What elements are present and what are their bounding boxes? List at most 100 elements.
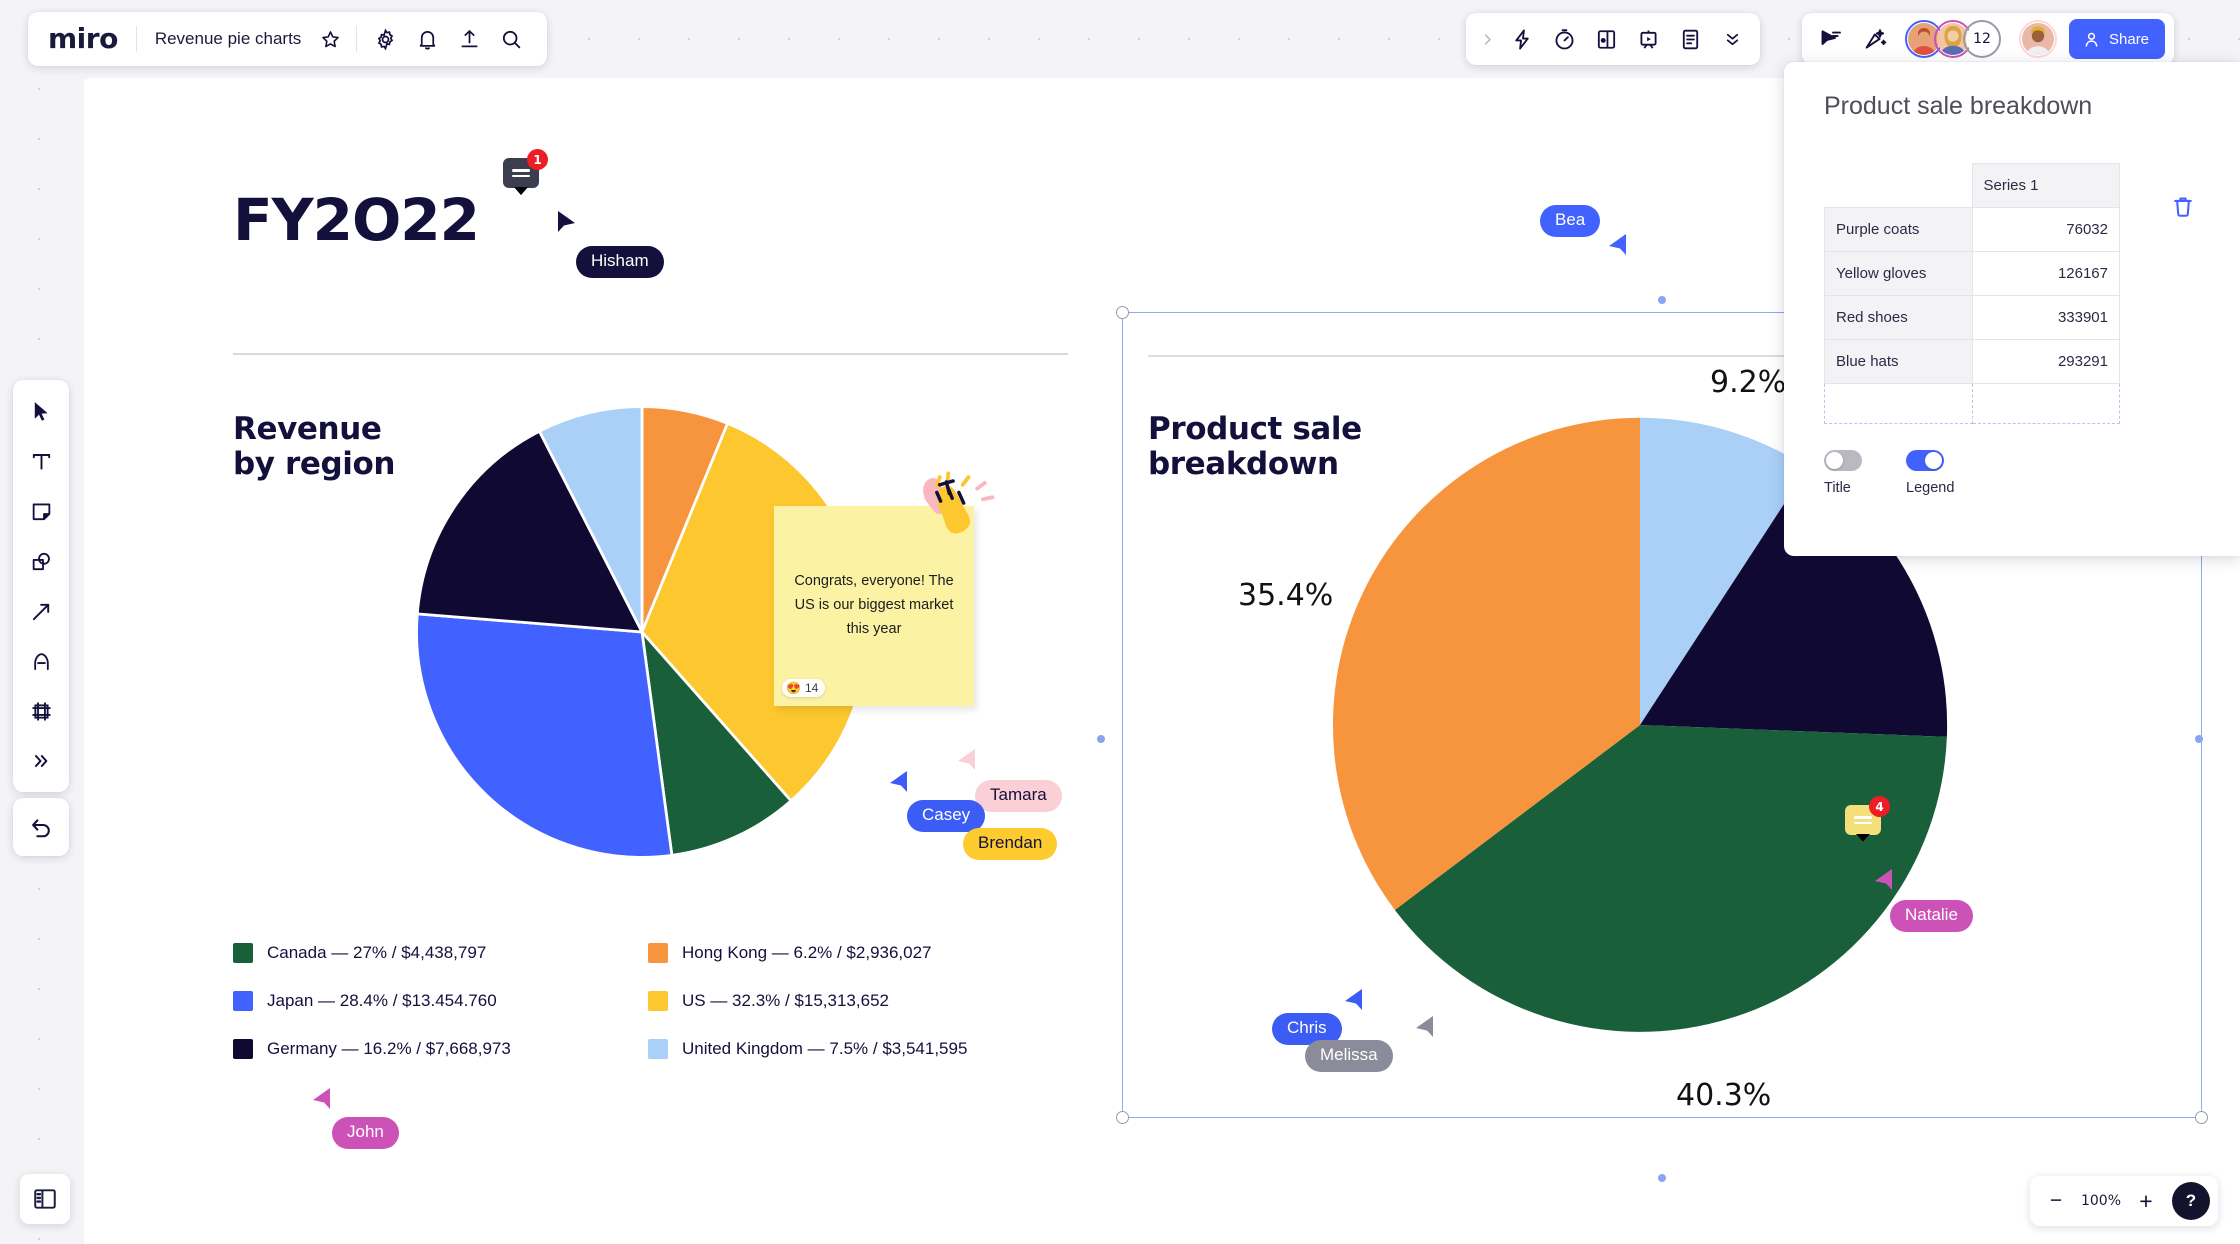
presentation-icon[interactable] [1628, 19, 1668, 59]
anchor-dot-left[interactable] [1097, 735, 1105, 743]
zoom-level[interactable]: 100% [2076, 1193, 2126, 1209]
new-row-value-cell[interactable] [1971, 383, 2120, 424]
search-icon[interactable] [491, 19, 531, 59]
legend-item: Japan — 28.4% / $13.454.760 [233, 991, 608, 1011]
pct-label-purple-coats: 35.4% [1238, 578, 1334, 613]
comment-badge: 4 [1869, 796, 1890, 817]
zoom-out-button[interactable]: − [2038, 1183, 2074, 1219]
row-value[interactable]: 76032 [1971, 207, 2120, 252]
note-card-icon[interactable] [1586, 19, 1626, 59]
help-button[interactable]: ? [2172, 1182, 2210, 1220]
toggle-legend-label: Legend [1906, 480, 1955, 496]
plus-icon: + [2139, 1187, 2153, 1214]
legend-item: Hong Kong — 6.2% / $2,936,027 [648, 943, 1023, 963]
legend-label: Germany — 16.2% / $7,668,973 [267, 1039, 511, 1058]
table-header-row: Series 1 [1825, 163, 2120, 208]
undo-card [13, 798, 69, 856]
avatar-overflow-count[interactable]: 12 [1963, 20, 2001, 58]
table-row-empty[interactable] [1824, 383, 2120, 424]
legend-label: US — 32.3% / $15,313,652 [682, 991, 889, 1010]
zoom-in-button[interactable]: + [2128, 1183, 2164, 1219]
miro-logo[interactable]: miro [48, 25, 136, 53]
toggle-title[interactable] [1824, 450, 1862, 471]
chevron-double-down-icon[interactable] [1712, 19, 1752, 59]
legend-item: United Kingdom — 7.5% / $3,541,595 [648, 1039, 1023, 1059]
collaboration-card: 12 Share [1802, 13, 2175, 65]
board-title[interactable]: Revenue pie charts [137, 29, 310, 49]
legend-label: Hong Kong — 6.2% / $2,936,027 [682, 943, 932, 962]
panel-toggles: Title Legend [1784, 424, 2240, 496]
share-label: Share [2109, 30, 2150, 48]
pct-label-blue-hats: 9.2% [1710, 365, 1787, 400]
quick-tools-card [1466, 13, 1760, 65]
sticky-note-reaction[interactable]: 😍 14 [782, 679, 826, 697]
share-button[interactable]: Share [2069, 19, 2166, 59]
legend-item: US — 32.3% / $15,313,652 [648, 991, 1023, 1011]
series-header[interactable]: Series 1 [1971, 163, 2120, 208]
comment-badge: 1 [527, 149, 548, 170]
row-value[interactable]: 126167 [1971, 251, 2120, 296]
legend-swatch [233, 1039, 253, 1059]
chevron-right-icon[interactable] [1474, 32, 1500, 47]
table-row[interactable]: Red shoes 333901 [1824, 295, 2120, 340]
upload-icon[interactable] [449, 19, 489, 59]
chart-data-table[interactable]: Series 1 Purple coats 76032 Yellow glove… [1824, 163, 2120, 424]
frame-icon[interactable] [19, 687, 63, 735]
reaction-icon[interactable] [1855, 19, 1895, 59]
toggle-title-wrap: Title [1824, 450, 1862, 496]
reaction-count: 14 [804, 681, 819, 695]
revenue-chart-legend: Canada — 27% / $4,438,797 Hong Kong — 6.… [233, 943, 1023, 1059]
new-row-label-cell[interactable] [1824, 383, 1973, 424]
minus-icon: − [2049, 1189, 2063, 1212]
avatar-group[interactable]: 12 [1905, 20, 2001, 58]
legend-swatch [233, 943, 253, 963]
star-icon[interactable] [310, 19, 350, 59]
revenue-chart-divider [233, 353, 1068, 355]
select-icon[interactable] [19, 387, 63, 435]
legend-item: Germany — 16.2% / $7,668,973 [233, 1039, 608, 1059]
anchor-dot-right[interactable] [2195, 735, 2203, 743]
legend-swatch [648, 991, 668, 1011]
trash-icon[interactable] [2170, 194, 2196, 225]
person-icon [2085, 32, 2098, 47]
cursor-chat-icon[interactable] [1811, 19, 1851, 59]
comment-pin-chart[interactable]: 4 [1845, 796, 1890, 842]
lightning-icon[interactable] [1502, 19, 1542, 59]
legend-swatch [648, 1039, 668, 1059]
row-value[interactable]: 293291 [1971, 339, 2120, 384]
toggle-legend-wrap: Legend [1906, 450, 1954, 496]
legend-swatch [233, 991, 253, 1011]
anchor-dot-top[interactable] [1658, 296, 1666, 304]
pen-icon[interactable] [19, 637, 63, 685]
sticky-note-icon[interactable] [19, 487, 63, 535]
connector-icon[interactable] [19, 587, 63, 635]
document-icon[interactable] [1670, 19, 1710, 59]
row-value[interactable]: 333901 [1971, 295, 2120, 340]
timer-icon[interactable] [1544, 19, 1584, 59]
table-row[interactable]: Yellow gloves 126167 [1824, 251, 2120, 296]
toggle-legend[interactable] [1906, 450, 1944, 471]
bell-icon[interactable] [407, 19, 447, 59]
text-icon[interactable] [19, 437, 63, 485]
left-panel-toggle[interactable] [20, 1174, 70, 1224]
legend-label: Japan — 28.4% / $13.454.760 [267, 991, 497, 1010]
row-label[interactable]: Yellow gloves [1824, 251, 1973, 296]
comment-pin-title[interactable]: 1 [503, 149, 548, 195]
row-label[interactable]: Blue hats [1824, 339, 1973, 384]
gear-icon[interactable] [365, 19, 405, 59]
sidebar-panel-icon [34, 1189, 56, 1209]
clapping-hands-sticker [923, 471, 995, 534]
avatar-count-label: 12 [1973, 31, 1991, 47]
panel-title: Product sale breakdown [1824, 92, 2093, 120]
row-label[interactable]: Red shoes [1824, 295, 1973, 340]
row-label[interactable]: Purple coats [1824, 207, 1973, 252]
shapes-icon[interactable] [19, 537, 63, 585]
revenue-chart-heading: Revenue by region [233, 411, 396, 483]
table-row[interactable]: Purple coats 76032 [1824, 207, 2120, 252]
more-tools-icon[interactable] [19, 737, 63, 785]
anchor-dot-bottom[interactable] [1658, 1174, 1666, 1182]
avatar-self[interactable] [2019, 20, 2057, 58]
page-title: FY2O22 [233, 186, 480, 254]
undo-icon[interactable] [21, 807, 61, 847]
table-row[interactable]: Blue hats 293291 [1824, 339, 2120, 384]
